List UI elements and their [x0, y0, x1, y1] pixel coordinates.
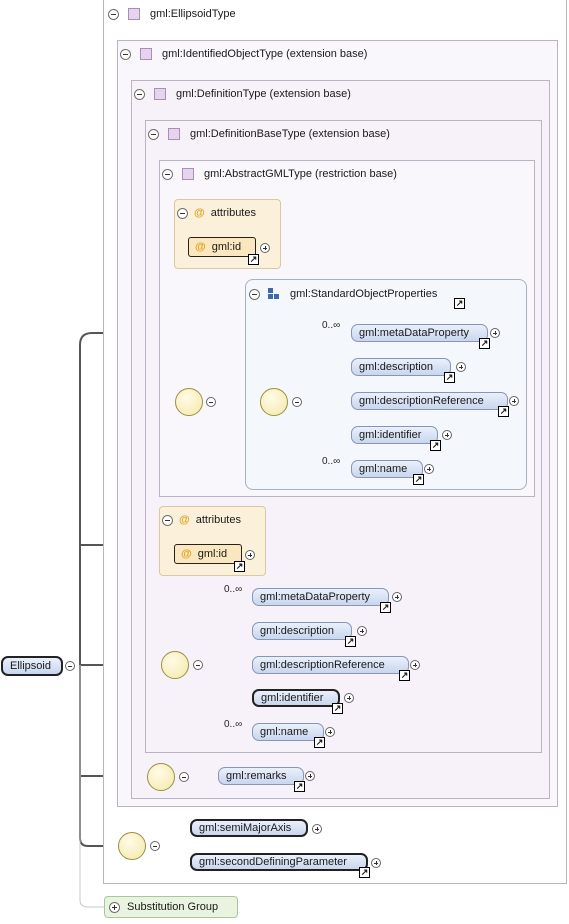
type-label: gml:AbstractGMLType (restriction base) [204, 168, 397, 180]
ellipsoid-type-header: gml:EllipsoidType [108, 6, 236, 22]
definition-base-type-header: gml:DefinitionBaseType (extension base) [148, 126, 390, 142]
element-description[interactable]: gml:description [351, 358, 451, 376]
reference-arrow-icon[interactable]: ↗ [380, 602, 391, 613]
type-label: gml:DefinitionType (extension base) [176, 88, 351, 100]
element-metadataproperty[interactable]: gml:metaDataProperty [351, 324, 488, 342]
type-label: gml:EllipsoidType [150, 8, 236, 20]
expand-icon[interactable] [442, 430, 452, 440]
reference-arrow-icon[interactable]: ↗ [399, 670, 410, 681]
collapse-icon[interactable] [134, 88, 145, 100]
abstract-gml-type-header: gml:AbstractGMLType (restriction base) [162, 166, 397, 182]
expand-icon[interactable] [357, 626, 367, 636]
collapse-icon[interactable] [193, 660, 203, 670]
attributes-label: attributes [195, 514, 241, 526]
reference-arrow-icon[interactable]: ↗ [454, 298, 465, 309]
collapse-icon[interactable] [65, 661, 75, 671]
definition-type-header: gml:DefinitionType (extension base) [134, 86, 351, 102]
attribute-gml-id[interactable]: @ gml:id [188, 237, 256, 257]
attribute-label: gml:id [211, 241, 242, 253]
root-element-ellipsoid[interactable]: Ellipsoid [1, 656, 63, 676]
element-seconddefiningparameter[interactable]: gml:secondDefiningParameter [190, 853, 368, 871]
substitution-group-label: Substitution Group [127, 901, 219, 913]
collapse-icon[interactable] [177, 207, 188, 219]
expand-icon[interactable] [305, 771, 315, 781]
expand-icon[interactable] [424, 464, 434, 474]
complex-type-icon [154, 88, 166, 100]
collapse-icon[interactable] [150, 841, 160, 851]
expand-icon[interactable] [509, 396, 519, 406]
group-label: gml:StandardObjectProperties [290, 288, 438, 300]
expand-icon[interactable] [490, 328, 500, 338]
expand-icon[interactable] [392, 592, 402, 602]
complex-type-icon [128, 8, 140, 20]
complex-type-icon [168, 128, 180, 140]
reference-arrow-icon[interactable]: ↗ [359, 867, 370, 878]
collapse-icon[interactable] [162, 514, 173, 526]
identified-object-type-header: gml:IdentifiedObjectType (extension base… [120, 46, 367, 62]
complex-type-icon [140, 48, 152, 60]
expand-icon[interactable] [260, 243, 270, 253]
collapse-icon[interactable] [179, 772, 189, 782]
element-semimajoraxis[interactable]: gml:semiMajorAxis [190, 819, 308, 837]
sequence-icon[interactable] [147, 763, 175, 791]
standard-object-properties-group [245, 279, 527, 490]
attributes-label: attributes [210, 207, 256, 219]
collapse-icon[interactable] [120, 48, 131, 60]
occurrence-label: 0..∞ [322, 320, 341, 331]
at-icon: @ [194, 207, 205, 219]
element-descriptionreference[interactable]: gml:descriptionReference [252, 656, 409, 674]
reference-arrow-icon[interactable]: ↗ [430, 440, 441, 451]
element-description[interactable]: gml:description [252, 622, 352, 640]
at-icon: @ [195, 241, 206, 253]
reference-arrow-icon[interactable]: ↗ [413, 474, 424, 485]
expand-icon[interactable] [325, 727, 335, 737]
collapse-icon[interactable] [162, 168, 173, 180]
sequence-icon[interactable] [161, 651, 189, 679]
reference-arrow-icon[interactable]: ↗ [345, 636, 356, 647]
reference-arrow-icon[interactable]: ↗ [314, 737, 325, 748]
element-identifier[interactable]: gml:identifier [252, 689, 340, 707]
at-icon: @ [181, 548, 192, 560]
element-descriptionreference[interactable]: gml:descriptionReference [351, 392, 508, 410]
collapse-icon[interactable] [292, 397, 302, 407]
expand-icon[interactable] [371, 858, 381, 868]
attributes-header: @ attributes [177, 205, 256, 221]
substitution-group-box[interactable]: Substitution Group [104, 896, 238, 918]
type-label: gml:DefinitionBaseType (extension base) [190, 128, 390, 140]
expand-icon[interactable] [456, 362, 466, 372]
reference-arrow-icon[interactable]: ↗ [248, 254, 259, 265]
reference-arrow-icon[interactable]: ↗ [479, 338, 490, 349]
element-remarks[interactable]: gml:remarks [218, 767, 304, 785]
occurrence-label: 0..∞ [322, 456, 341, 467]
type-label: gml:IdentifiedObjectType (extension base… [162, 48, 368, 60]
element-identifier[interactable]: gml:identifier [351, 426, 438, 444]
occurrence-label: 0..∞ [224, 584, 243, 595]
collapse-icon[interactable] [206, 397, 216, 407]
sequence-icon[interactable] [260, 388, 288, 416]
reference-arrow-icon[interactable]: ↗ [498, 406, 509, 417]
reference-arrow-icon[interactable]: ↗ [332, 703, 343, 714]
collapse-icon[interactable] [108, 8, 119, 20]
sequence-icon[interactable] [175, 388, 203, 416]
collapse-icon[interactable] [148, 128, 159, 140]
occurrence-label: 0..∞ [224, 719, 243, 730]
expand-icon[interactable] [410, 660, 420, 670]
attribute-gml-id[interactable]: @ gml:id [174, 544, 242, 564]
reference-arrow-icon[interactable]: ↗ [444, 372, 455, 383]
attribute-label: gml:id [197, 548, 228, 560]
expand-icon[interactable] [245, 550, 255, 560]
complex-type-icon [182, 168, 194, 180]
expand-icon[interactable] [109, 901, 120, 913]
expand-icon[interactable] [344, 693, 354, 703]
group-icon [268, 288, 280, 300]
sequence-icon[interactable] [118, 832, 146, 860]
at-icon: @ [179, 514, 190, 526]
element-metadataproperty[interactable]: gml:metaDataProperty [252, 588, 389, 606]
reference-arrow-icon[interactable]: ↗ [294, 781, 305, 792]
expand-icon[interactable] [312, 824, 322, 834]
attributes-header: @ attributes [162, 512, 241, 528]
reference-arrow-icon[interactable]: ↗ [234, 561, 245, 572]
collapse-icon[interactable] [249, 288, 260, 300]
group-header: gml:StandardObjectProperties [249, 286, 437, 302]
